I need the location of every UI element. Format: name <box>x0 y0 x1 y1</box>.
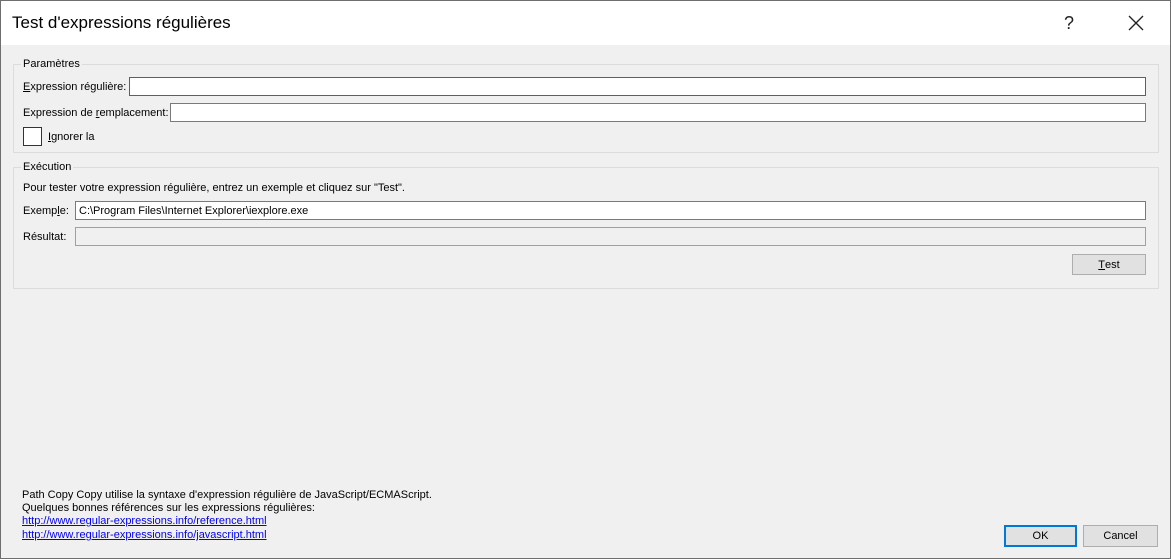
regex-input[interactable] <box>129 77 1146 96</box>
dialog-title: Test d'expressions régulières <box>12 13 231 32</box>
references-note: Quelques bonnes références sur les expre… <box>22 502 315 514</box>
help-icon: ? <box>1063 12 1074 33</box>
execution-group-label: Exécution <box>21 161 74 173</box>
execution-instructions: Pour tester votre expression régulière, … <box>23 182 405 194</box>
ignore-case-label[interactable]: Ignorer la <box>48 131 94 143</box>
reference-link[interactable]: http://www.regular-expressions.info/refe… <box>22 515 267 527</box>
result-output <box>75 227 1146 246</box>
regex-label: Expression régulière: <box>23 81 127 93</box>
example-label: Exemple: <box>23 205 69 217</box>
help-button[interactable]: ? <box>1046 1 1092 45</box>
cancel-button[interactable]: Cancel <box>1083 525 1158 547</box>
ok-button[interactable]: OK <box>1004 525 1077 547</box>
parameters-group-label: Paramètres <box>21 58 82 70</box>
close-icon <box>1128 15 1144 31</box>
regex-test-dialog: Test d'expressions régulières ? Paramètr… <box>0 0 1171 559</box>
replacement-label: Expression de remplacement: <box>23 107 169 119</box>
result-label: Résultat: <box>23 231 67 243</box>
ignore-case-checkbox[interactable] <box>23 127 42 146</box>
test-button[interactable]: Test <box>1072 254 1146 275</box>
javascript-reference-link[interactable]: http://www.regular-expressions.info/java… <box>22 529 267 541</box>
replacement-input[interactable] <box>170 103 1146 122</box>
example-input[interactable] <box>75 201 1146 220</box>
syntax-note: Path Copy Copy utilise la syntaxe d'expr… <box>22 489 432 501</box>
close-button[interactable] <box>1113 1 1159 45</box>
title-bar: Test d'expressions régulières ? <box>1 1 1170 45</box>
